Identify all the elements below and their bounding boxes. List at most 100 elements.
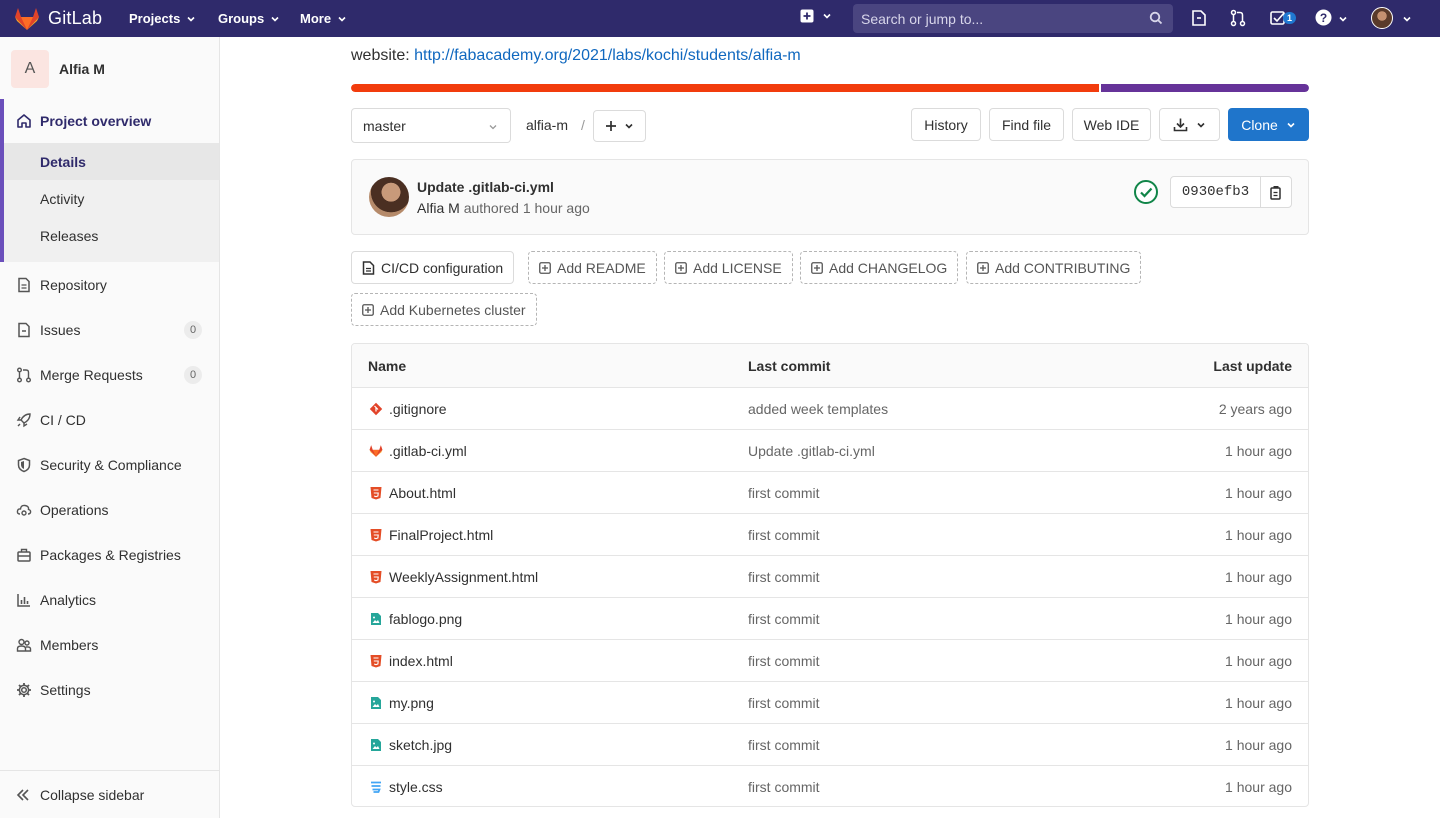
table-row[interactable]: my.png first commit 1 hour ago [352, 682, 1308, 724]
sidebar-item-project-overview[interactable]: Project overview [4, 99, 219, 143]
nav-projects-label: Projects [129, 11, 181, 26]
svg-text:?: ? [1320, 11, 1327, 25]
file-name-link[interactable]: About.html [369, 485, 456, 501]
ci-cd-configuration-button[interactable]: CI/CD configuration [351, 251, 515, 284]
breadcrumb-project-path[interactable]: alfia-m [526, 117, 568, 133]
add-changelog-button[interactable]: Add CHANGELOG [800, 251, 959, 284]
new-dropdown-button[interactable] [800, 9, 832, 23]
web-ide-button[interactable]: Web IDE [1072, 108, 1151, 141]
file-name-link[interactable]: WeeklyAssignment.html [369, 569, 538, 585]
history-button[interactable]: History [911, 108, 981, 141]
website-link[interactable]: http://fabacademy.org/2021/labs/kochi/st… [414, 47, 801, 64]
sidebar-item-settings[interactable]: Settings [0, 667, 219, 712]
file-name-link[interactable]: my.png [369, 695, 434, 711]
sidebar-subitem-details[interactable]: Details [4, 143, 219, 180]
clone-button[interactable]: Clone [1228, 108, 1309, 141]
file-name-link[interactable]: fablogo.png [369, 611, 462, 627]
gitlab-home-link[interactable]: GitLab [14, 0, 102, 37]
commit-sha[interactable]: 0930efb3 [1171, 177, 1261, 207]
file-name-link[interactable]: .gitignore [369, 401, 447, 417]
sidebar-item-issues[interactable]: Issues 0 [0, 307, 219, 352]
file-last-commit[interactable]: first commit [748, 569, 820, 585]
file-last-update: 1 hour ago [1225, 737, 1292, 753]
search-input[interactable]: Search or jump to... [853, 4, 1173, 33]
file-name-link[interactable]: .gitlab-ci.yml [369, 443, 467, 459]
sidebar-item-security-compliance[interactable]: Security & Compliance [0, 442, 219, 487]
download-dropdown[interactable] [1159, 108, 1220, 141]
table-row[interactable]: fablogo.png first commit 1 hour ago [352, 598, 1308, 640]
table-row[interactable]: index.html first commit 1 hour ago [352, 640, 1308, 682]
sidebar-item-merge-requests[interactable]: Merge Requests 0 [0, 352, 219, 397]
collapse-sidebar-label: Collapse sidebar [40, 786, 145, 803]
file-name-link[interactable]: index.html [369, 653, 453, 669]
add-license-button[interactable]: Add LICENSE [664, 251, 793, 284]
chevron-down-icon [489, 125, 497, 130]
sidebar-item-ci-cd[interactable]: CI / CD [0, 397, 219, 442]
collapse-sidebar-button[interactable]: Collapse sidebar [0, 770, 219, 818]
file-last-commit[interactable]: first commit [748, 737, 820, 753]
sidebar: A Alfia M Project overview Details Activ… [0, 37, 220, 818]
file-last-update: 1 hour ago [1225, 695, 1292, 711]
sidebar-item-members[interactable]: Members [0, 622, 219, 667]
add-contributing-button[interactable]: Add CONTRIBUTING [966, 251, 1142, 284]
sidebar-subitem-releases[interactable]: Releases [4, 217, 219, 254]
table-row[interactable]: FinalProject.html first commit 1 hour ago [352, 514, 1308, 556]
plus-square-icon [539, 261, 551, 274]
table-row[interactable]: sketch.jpg first commit 1 hour ago [352, 724, 1308, 766]
file-name-link[interactable]: FinalProject.html [369, 527, 493, 543]
file-last-commit[interactable]: first commit [748, 527, 820, 543]
last-commit-panel: Update .gitlab-ci.yml Alfia M authored 1… [351, 159, 1309, 235]
issues-nav-icon[interactable] [1191, 9, 1207, 27]
quick-action-label: Add LICENSE [693, 259, 782, 276]
chevron-down-icon [338, 16, 346, 22]
commit-sha-group: 0930efb3 [1170, 176, 1292, 208]
sidebar-item-repository[interactable]: Repository [0, 262, 219, 307]
sidebar-item-analytics[interactable]: Analytics [0, 577, 219, 622]
file-last-update: 1 hour ago [1225, 779, 1292, 795]
table-row[interactable]: .gitlab-ci.yml Update .gitlab-ci.yml 1 hou… [352, 430, 1308, 472]
file-last-commit[interactable]: first commit [748, 611, 820, 627]
sidebar-item-operations[interactable]: Operations [0, 487, 219, 532]
file-last-commit[interactable]: first commit [748, 653, 820, 669]
image-file-icon [371, 739, 381, 751]
project-name: Alfia M [59, 61, 105, 77]
project-header[interactable]: A Alfia M [11, 50, 105, 88]
table-row[interactable]: .gitignore added week templates 2 years ag… [352, 388, 1308, 430]
merge-request-nav-icon[interactable] [1230, 9, 1246, 27]
file-last-commit[interactable]: first commit [748, 779, 820, 795]
file-last-commit[interactable]: first commit [748, 485, 820, 501]
issues-icon [18, 322, 30, 337]
project-avatar: A [11, 50, 49, 88]
add-to-tree-dropdown[interactable] [593, 110, 646, 142]
nav-more[interactable]: More [300, 0, 347, 37]
copy-sha-button[interactable] [1261, 177, 1291, 207]
nav-groups[interactable]: Groups [218, 0, 280, 37]
file-name-link[interactable]: style.css [369, 779, 443, 795]
plus-square-icon [811, 261, 823, 274]
top-navbar: GitLab Projects Groups More Search or ju… [0, 0, 1440, 37]
chevron-down-icon [271, 16, 279, 22]
nav-projects[interactable]: Projects [129, 0, 196, 37]
sidebar-subitem-activity[interactable]: Activity [4, 180, 219, 217]
pipeline-passed-icon[interactable] [1133, 179, 1159, 205]
file-last-commit[interactable]: added week templates [748, 401, 888, 417]
chevron-down-icon[interactable] [1402, 14, 1412, 24]
sidebar-item-label: Packages & Registries [40, 546, 181, 563]
add-kubernetes-cluster-button[interactable]: Add Kubernetes cluster [351, 293, 537, 326]
find-file-button[interactable]: Find file [989, 108, 1064, 141]
sidebar-item-packages-registries[interactable]: Packages & Registries [0, 532, 219, 577]
branch-selector[interactable]: master [351, 108, 511, 143]
file-name-link[interactable]: sketch.jpg [369, 737, 452, 753]
file-last-commit[interactable]: Update .gitlab-ci.yml [748, 443, 875, 459]
table-row[interactable]: WeeklyAssignment.html first commit 1 hour … [352, 556, 1308, 598]
help-icon[interactable]: ? [1315, 9, 1332, 26]
add-readme-button[interactable]: Add README [528, 251, 657, 284]
user-avatar[interactable] [1371, 7, 1393, 29]
commit-author-avatar[interactable] [369, 177, 409, 217]
chevron-down-icon[interactable] [1338, 14, 1348, 24]
commit-author[interactable]: Alfia M [417, 200, 460, 216]
file-last-commit[interactable]: first commit [748, 695, 820, 711]
commit-title[interactable]: Update .gitlab-ci.yml [417, 179, 554, 195]
table-row[interactable]: style.css first commit 1 hour ago [352, 766, 1308, 806]
table-row[interactable]: About.html first commit 1 hour ago [352, 472, 1308, 514]
